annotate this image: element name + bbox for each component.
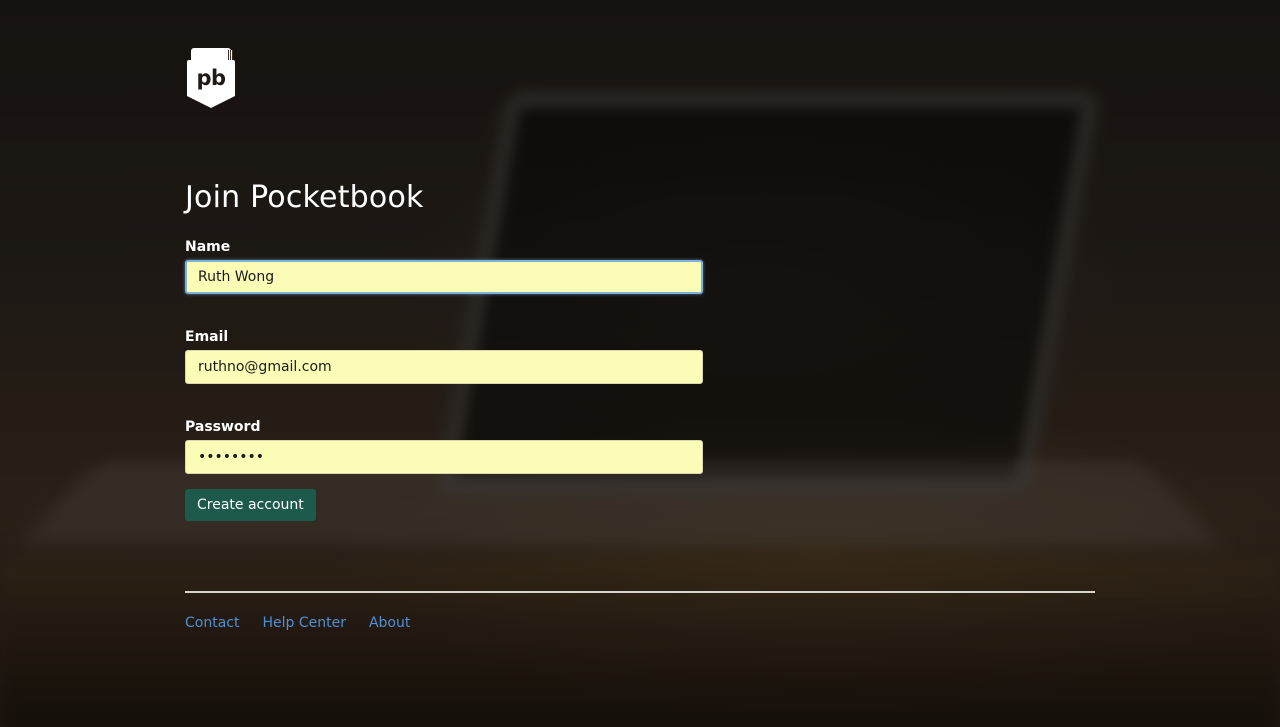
pocketbook-logo-icon: pb	[185, 48, 237, 110]
signup-container: pb Join Pocketbook Name Email Password C…	[185, 48, 1095, 631]
name-label: Name	[185, 239, 231, 255]
email-input[interactable]	[185, 350, 703, 384]
email-group: Email	[185, 328, 1095, 384]
password-group: Password	[185, 418, 1095, 474]
footer-link-contact[interactable]: Contact	[185, 615, 239, 631]
footer-link-help-center[interactable]: Help Center	[262, 615, 346, 631]
footer-nav: Contact Help Center About	[185, 615, 1095, 631]
footer-divider	[185, 591, 1095, 593]
signup-form: Name Email Password Create account	[185, 238, 1095, 521]
password-input[interactable]	[185, 440, 703, 474]
footer-link-about[interactable]: About	[369, 615, 410, 631]
password-label: Password	[185, 419, 261, 435]
name-group: Name	[185, 238, 1095, 294]
page-title: Join Pocketbook	[185, 180, 424, 215]
create-account-button[interactable]: Create account	[185, 489, 316, 521]
logo-text: pb	[196, 66, 226, 90]
name-input[interactable]	[185, 260, 703, 294]
email-label: Email	[185, 329, 229, 345]
